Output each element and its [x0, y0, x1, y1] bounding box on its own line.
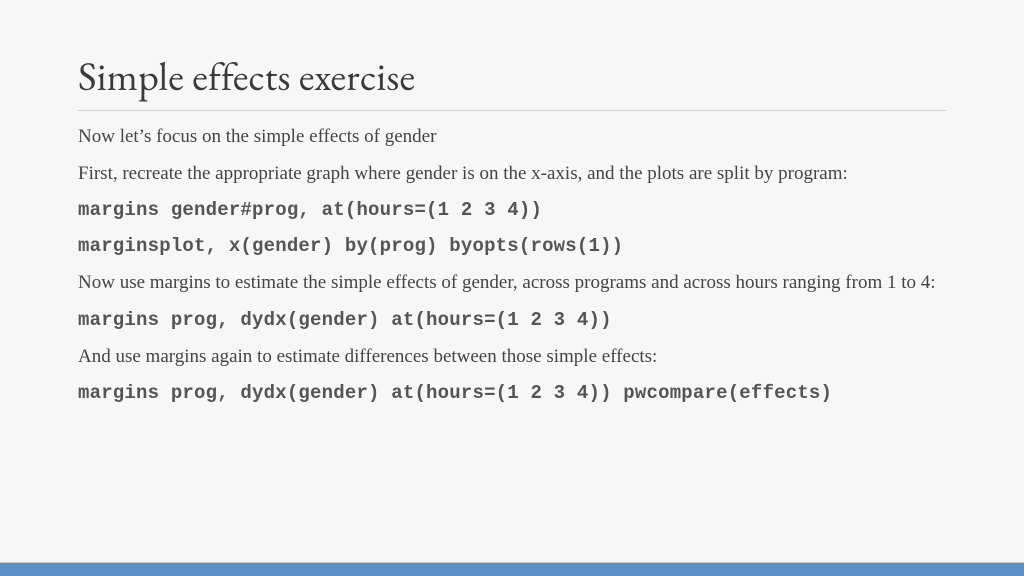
bottom-accent-band: [0, 562, 1024, 576]
code-line-3: margins prog, dydx(gender) at(hours=(1 2…: [78, 309, 946, 331]
code-line-1: margins gender#prog, at(hours=(1 2 3 4)): [78, 199, 946, 221]
title-divider: [78, 110, 946, 111]
paragraph-3: Now use margins to estimate the simple e…: [78, 271, 946, 294]
paragraph-4: And use margins again to estimate differ…: [78, 345, 946, 368]
paragraph-2: First, recreate the appropriate graph wh…: [78, 162, 946, 185]
code-line-4: margins prog, dydx(gender) at(hours=(1 2…: [78, 382, 946, 404]
code-line-2: marginsplot, x(gender) by(prog) byopts(r…: [78, 235, 946, 257]
slide-title: Simple effects exercise: [78, 50, 946, 110]
slide-container: Simple effects exercise Now let’s focus …: [0, 0, 1024, 404]
paragraph-1: Now let’s focus on the simple effects of…: [78, 125, 946, 148]
